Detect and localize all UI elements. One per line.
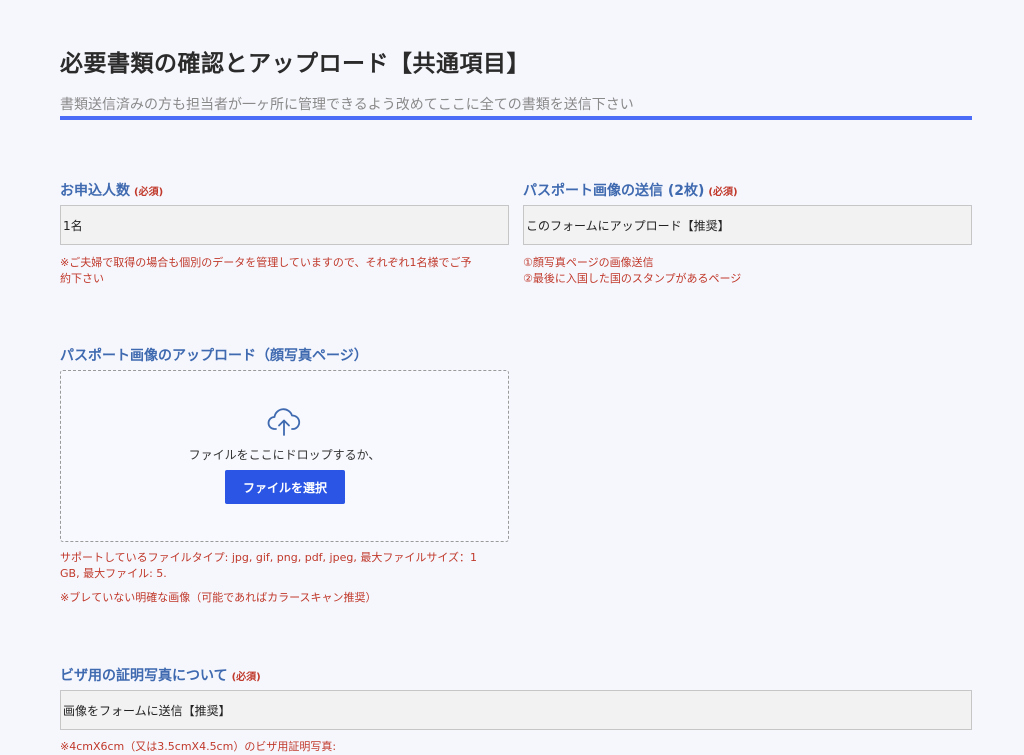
applicants-select-value: 1名 xyxy=(63,218,83,233)
passport-upload-label-text: パスポート画像のアップロード（顔写真ページ） xyxy=(60,348,368,364)
passport-send-note-line2: ②最後に入国した国のスタンプがあるページ xyxy=(523,272,742,285)
applicants-note: ※ご夫婦で取得の場合も個別のデータを管理していますので、それぞれ1名様でご予 約… xyxy=(60,255,510,287)
passport-upload-label: パスポート画像のアップロード（顔写真ページ） xyxy=(60,345,368,365)
required-mark: (必須) xyxy=(134,187,164,198)
required-mark: (必須) xyxy=(231,672,261,683)
passport-send-label-text: パスポート画像の送信 (2枚) xyxy=(523,183,705,199)
upload-quality-note: ※ブレていない明確な画像（可能であればカラースキャン推奨） xyxy=(60,591,377,604)
applicants-label-text: お申込人数 xyxy=(60,183,130,199)
visa-photo-select-value: 画像をフォームに送信【推奨】 xyxy=(63,703,231,718)
visa-photo-note: ※4cmX6cm（又は3.5cmX4.5cm）のビザ用証明写真: xyxy=(60,740,337,753)
passport-send-select[interactable]: このフォームにアップロード【推奨】 xyxy=(523,205,972,245)
passport-upload-dropzone[interactable]: ファイルをここにドロップするか、 ファイルを選択 xyxy=(60,370,509,542)
passport-send-label: パスポート画像の送信 (2枚) (必須) xyxy=(523,180,738,200)
dropzone-text: ファイルをここにドロップするか、 xyxy=(188,448,381,462)
applicants-note-line2: 約下さい xyxy=(60,272,104,285)
page-subtitle: 書類送信済みの方も担当者が一ヶ所に管理できるよう改めてここに全ての書類を送信下さ… xyxy=(60,97,634,113)
upload-support-note: サポートしているファイルタイプ: jpg, gif, png, pdf, jpe… xyxy=(60,550,510,582)
visa-photo-label: ビザ用の証明写真について (必須) xyxy=(60,665,261,685)
applicants-note-line1: ※ご夫婦で取得の場合も個別のデータを管理していますので、それぞれ1名様でご予 xyxy=(60,256,472,269)
page-title: 必要書類の確認とアップロード【共通項目】 xyxy=(60,51,530,77)
passport-send-select-value: このフォームにアップロード【推奨】 xyxy=(526,218,730,233)
upload-support-line2: GB, 最大ファイル: 5. xyxy=(60,567,167,580)
visa-photo-select[interactable]: 画像をフォームに送信【推奨】 xyxy=(60,690,972,730)
visa-photo-label-text: ビザ用の証明写真について xyxy=(60,668,228,684)
applicants-select[interactable]: 1名 xyxy=(60,205,509,245)
choose-file-button[interactable]: ファイルを選択 xyxy=(225,470,345,504)
applicants-label: お申込人数 (必須) xyxy=(60,180,163,200)
passport-send-note: ①顔写真ページの画像送信 ②最後に入国した国のスタンプがあるページ xyxy=(523,255,972,287)
passport-send-note-line1: ①顔写真ページの画像送信 xyxy=(523,256,654,269)
title-divider xyxy=(60,116,972,120)
required-mark: (必須) xyxy=(708,187,738,198)
upload-support-line1: サポートしているファイルタイプ: jpg, gif, png, pdf, jpe… xyxy=(60,551,477,564)
cloud-upload-icon xyxy=(267,408,301,436)
